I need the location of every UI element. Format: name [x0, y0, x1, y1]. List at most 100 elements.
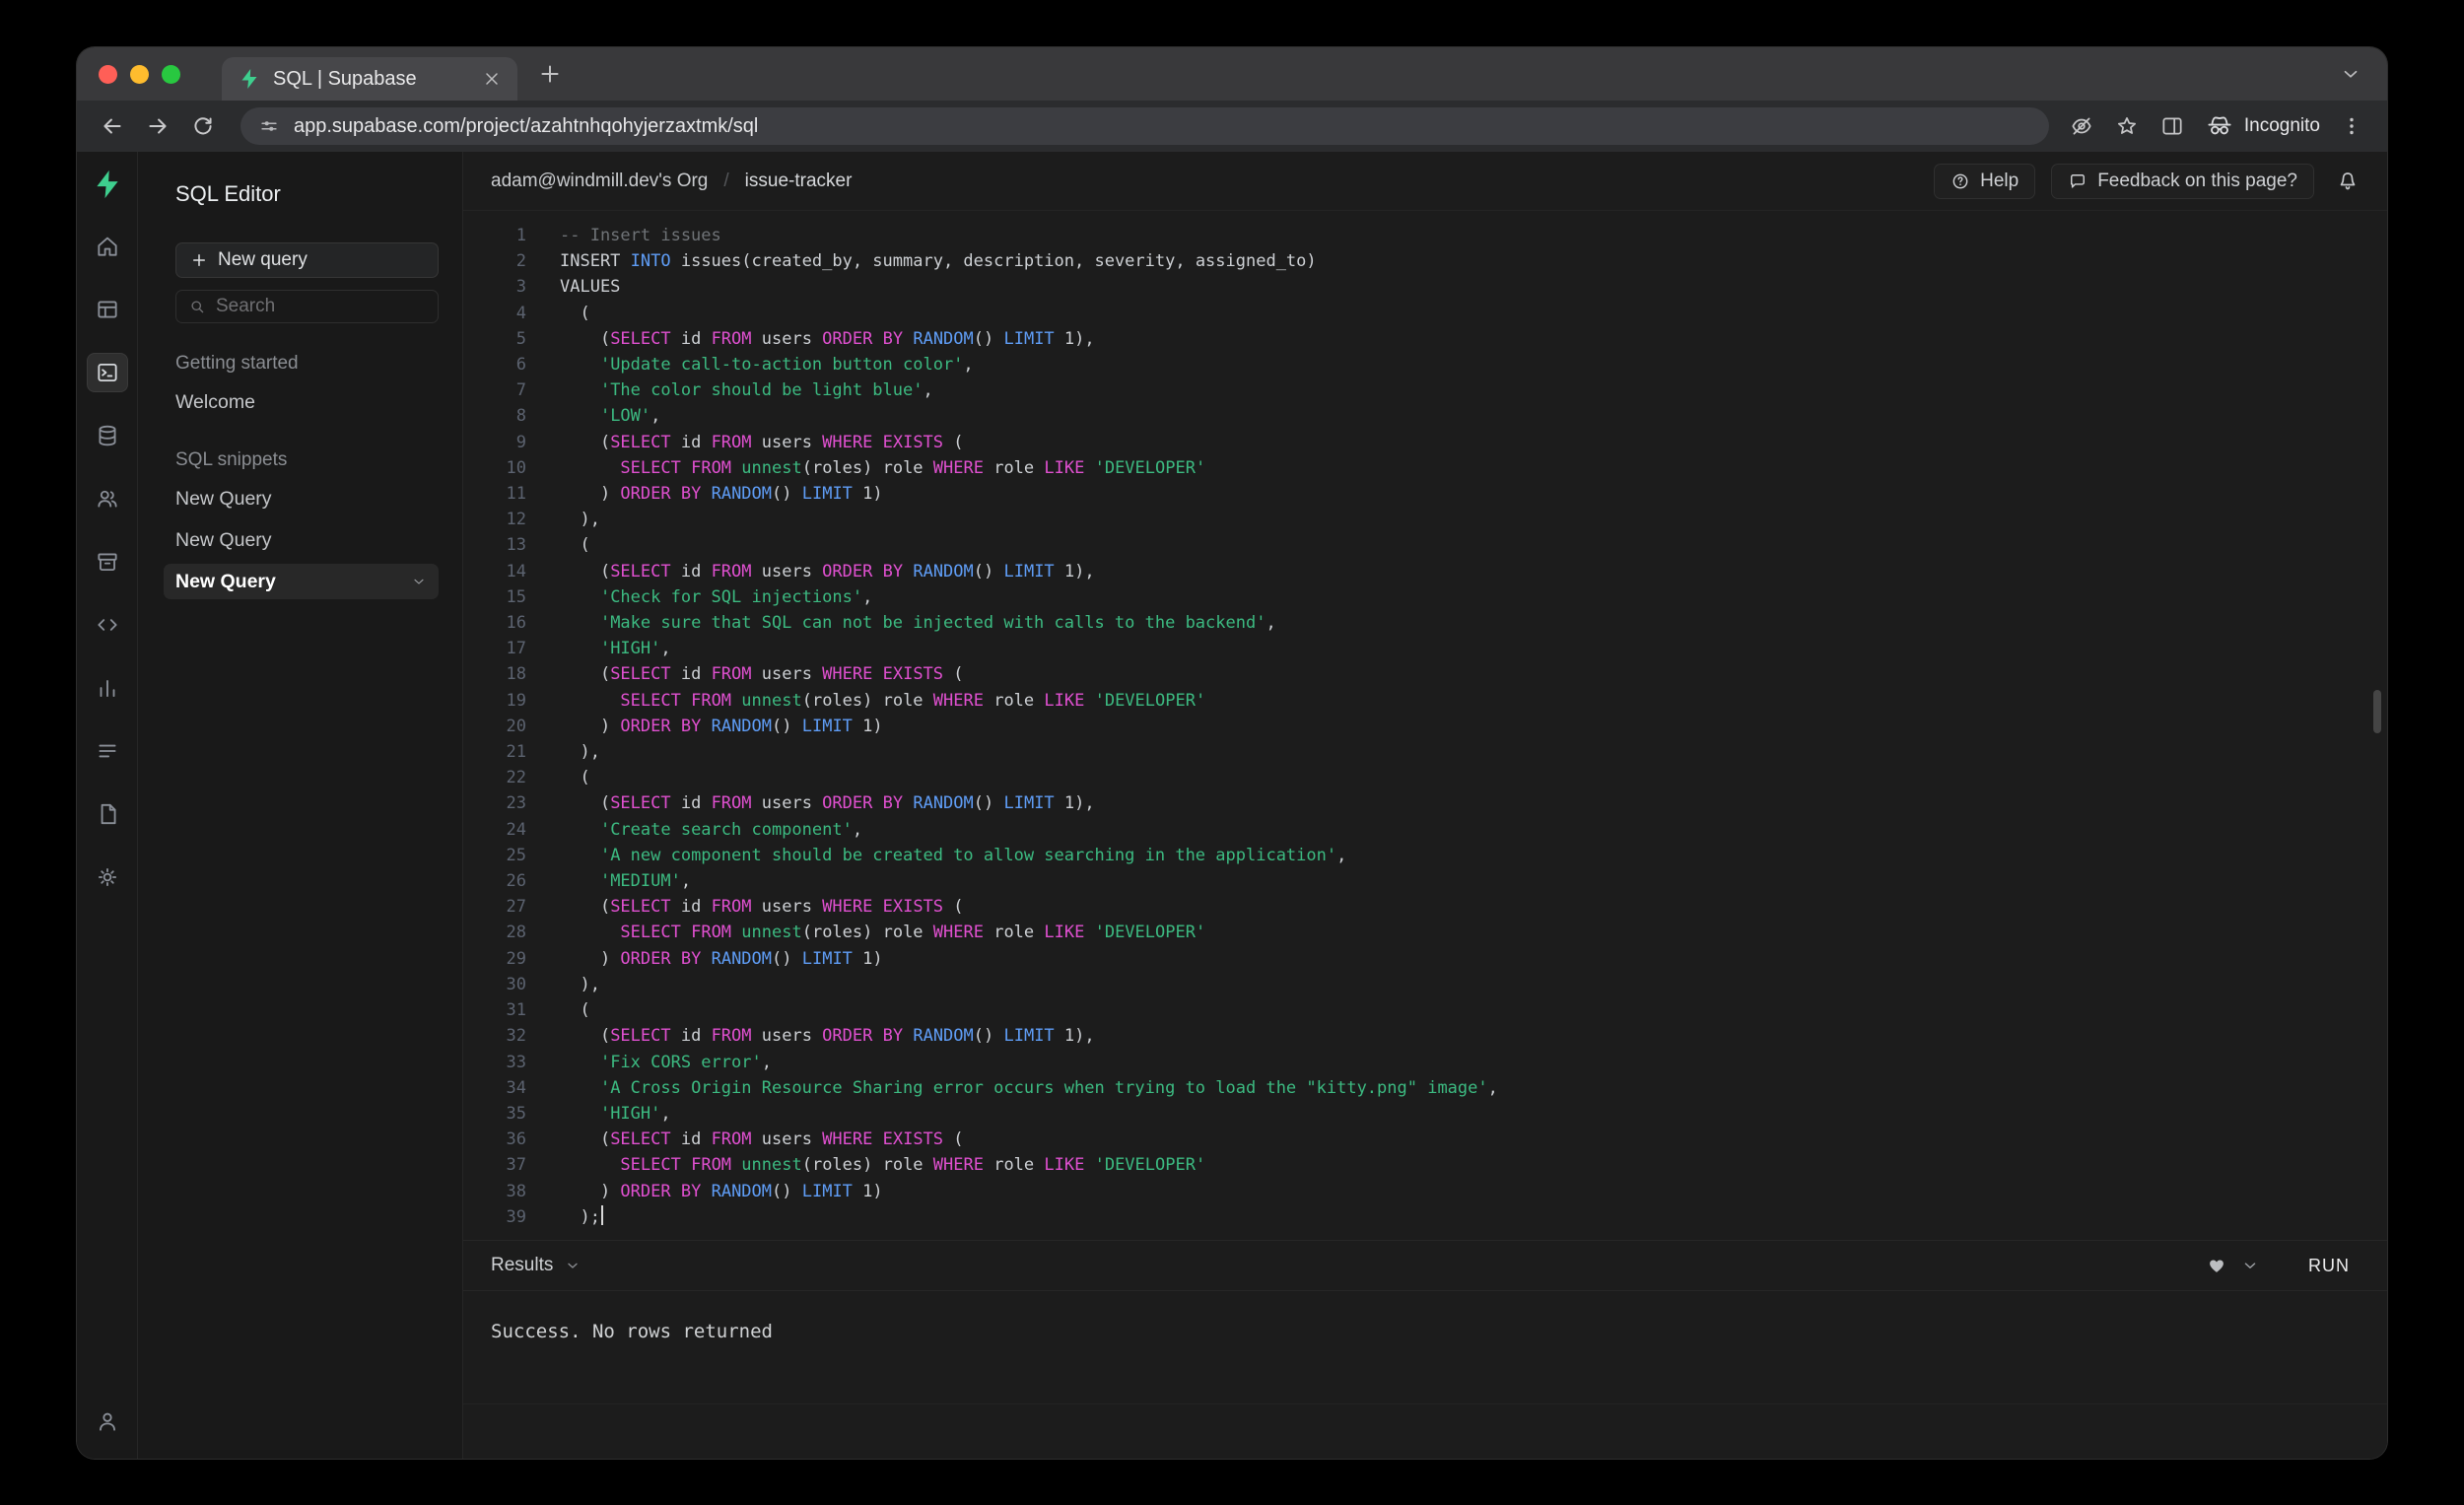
supabase-logo-icon[interactable]	[91, 168, 124, 201]
reload-icon[interactable]	[185, 108, 221, 144]
line-number: 5	[515, 328, 526, 349]
authentication-icon	[95, 486, 120, 512]
minimize-window-button[interactable]	[130, 64, 149, 84]
close-window-button[interactable]	[99, 64, 117, 84]
zoom-window-button[interactable]	[162, 64, 180, 84]
chevron-down-icon[interactable]	[411, 574, 427, 589]
code-line: 26 'MEDIUM',	[463, 868, 2387, 894]
plus-icon	[190, 251, 208, 269]
back-icon[interactable]	[95, 108, 130, 144]
eye-off-icon[interactable]	[2069, 113, 2094, 139]
run-options-chevron-icon[interactable]	[2241, 1257, 2259, 1274]
code-line: 3 VALUES	[463, 274, 2387, 300]
close-tab-icon[interactable]	[482, 69, 502, 89]
line-number: 12	[506, 510, 526, 530]
code-line: 31 (	[463, 997, 2387, 1023]
text-cursor	[600, 1204, 603, 1225]
favorite-heart-icon[interactable]	[2206, 1255, 2227, 1276]
breadcrumb-project[interactable]: issue-tracker	[745, 171, 853, 192]
toolbar-right: Incognito	[2069, 111, 2369, 141]
code-line: 22 (	[463, 765, 2387, 790]
side-panel-icon[interactable]	[2159, 113, 2185, 139]
rail-item-settings[interactable]	[87, 857, 128, 897]
rail-item-logs[interactable]	[87, 731, 128, 771]
line-number: 25	[506, 845, 526, 865]
sidebar-item-new-query[interactable]: New Query	[164, 564, 439, 599]
results-bar: Results RUN	[463, 1240, 2387, 1291]
account-icon	[95, 1408, 120, 1434]
rail-item-home[interactable]	[87, 227, 128, 266]
line-number: 17	[506, 639, 526, 659]
supabase-favicon	[238, 67, 261, 91]
storage-icon	[95, 549, 120, 575]
code-line: 27 (SELECT id FROM users WHERE EXISTS (	[463, 894, 2387, 920]
rail-item-code[interactable]	[87, 605, 128, 645]
code-line: 29 ) ORDER BY RANDOM() LIMIT 1)	[463, 946, 2387, 972]
main-content: adam@windmill.dev's Org / issue-tracker …	[463, 152, 2387, 1459]
code-icon	[95, 612, 120, 638]
sql-code-editor[interactable]: 1 -- Insert issues 2 INSERT INTO issues(cre…	[463, 211, 2387, 1240]
rail-item-database[interactable]	[87, 416, 128, 455]
line-number: 33	[506, 1052, 526, 1072]
sql-editor-sidebar: SQL Editor New query Getting started Welc…	[138, 152, 463, 1459]
browser-menu-icon[interactable]	[2340, 114, 2363, 138]
incognito-label: Incognito	[2243, 115, 2320, 136]
browser-toolbar: app.supabase.com/project/azahtnhqohyjerz…	[77, 101, 2387, 152]
code-line: 15 'Check for SQL injections',	[463, 584, 2387, 610]
rail-item-docs[interactable]	[87, 794, 128, 834]
code-line: 23 (SELECT id FROM users ORDER BY RANDOM…	[463, 790, 2387, 816]
help-button[interactable]: Help	[1934, 163, 2036, 199]
results-toggle[interactable]: Results	[491, 1255, 581, 1276]
line-number: 21	[506, 742, 526, 763]
code-line: 36 (SELECT id FROM users WHERE EXISTS (	[463, 1127, 2387, 1152]
code-line: 35 'HIGH',	[463, 1101, 2387, 1127]
editor-scrollbar[interactable]	[2373, 690, 2381, 733]
code-line: 20 ) ORDER BY RANDOM() LIMIT 1)	[463, 714, 2387, 739]
logs-icon	[95, 738, 120, 764]
browser-tab[interactable]: SQL | Supabase	[222, 57, 517, 101]
line-number: 32	[506, 1026, 526, 1047]
sidebar-item-welcome[interactable]: Welcome	[164, 384, 439, 420]
line-number: 7	[515, 380, 526, 401]
header-actions: Help Feedback on this page?	[1934, 163, 2360, 199]
home-icon	[95, 234, 120, 259]
line-number: 37	[506, 1155, 526, 1176]
tab-search-chevron-icon[interactable]	[2340, 63, 2361, 85]
site-settings-icon[interactable]	[258, 115, 280, 137]
new-query-button[interactable]: New query	[175, 242, 439, 278]
url-bar[interactable]: app.supabase.com/project/azahtnhqohyjerz…	[240, 107, 2049, 145]
line-number: 24	[506, 819, 526, 840]
code-line: 25 'A new component should be created to…	[463, 843, 2387, 868]
line-number: 6	[515, 355, 526, 376]
rail-item-sql-editor[interactable]	[86, 353, 128, 392]
bookmark-star-icon[interactable]	[2114, 113, 2140, 139]
notifications-bell-icon[interactable]	[2336, 170, 2360, 193]
search-icon	[188, 298, 206, 315]
breadcrumb-separator: /	[723, 170, 729, 191]
rail-item-authentication[interactable]	[87, 479, 128, 518]
rail-item-table-editor[interactable]	[87, 290, 128, 329]
line-number: 8	[515, 406, 526, 427]
line-number: 35	[506, 1103, 526, 1124]
sidebar-item-new-query[interactable]: New Query	[164, 481, 439, 516]
rail-item-account[interactable]	[87, 1402, 128, 1441]
supabase-app: SQL Editor New query Getting started Welc…	[77, 152, 2387, 1459]
line-number: 29	[506, 948, 526, 969]
code-line: 19 SELECT FROM unnest(roles) role WHERE …	[463, 688, 2387, 714]
new-tab-icon[interactable]	[537, 61, 563, 87]
rail-item-storage[interactable]	[87, 542, 128, 581]
run-button[interactable]: RUN	[2298, 1250, 2360, 1282]
code-line: 7 'The color should be light blue',	[463, 377, 2387, 403]
rail-item-reports[interactable]	[87, 668, 128, 708]
search-input[interactable]	[216, 296, 426, 317]
feedback-button[interactable]: Feedback on this page?	[2051, 163, 2314, 199]
line-number: 15	[506, 586, 526, 607]
table-editor-icon	[95, 297, 120, 322]
sidebar-item-new-query[interactable]: New Query	[164, 522, 439, 558]
forward-icon[interactable]	[140, 108, 175, 144]
breadcrumb-org[interactable]: adam@windmill.dev's Org	[491, 171, 708, 192]
code-line: 28 SELECT FROM unnest(roles) role WHERE …	[463, 920, 2387, 945]
tab-title: SQL | Supabase	[273, 67, 417, 90]
code-line: 17 'HIGH',	[463, 636, 2387, 661]
results-row: Success. No rows returned	[463, 1291, 2387, 1404]
